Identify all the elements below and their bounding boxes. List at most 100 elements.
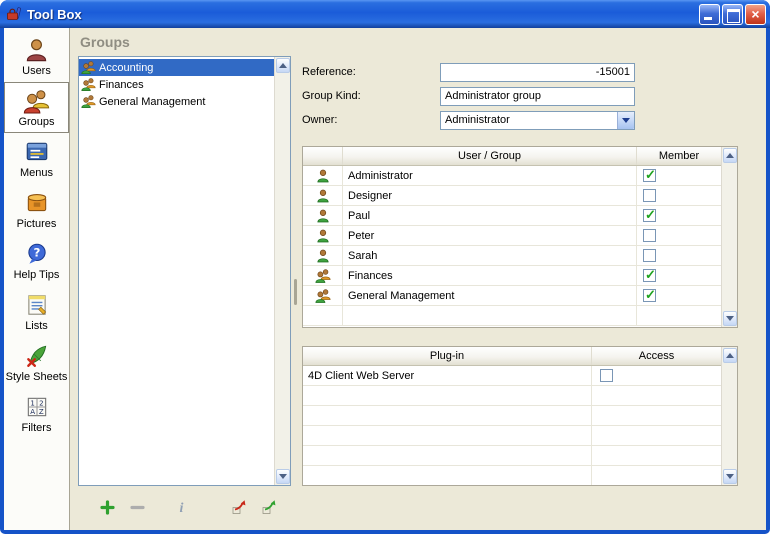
sidebar-item-filters[interactable]: 1 2 A Z Filters: [4, 388, 69, 439]
user-group-column-header: User / Group: [343, 147, 637, 165]
group-list-panel: Accounting Finances General Management: [78, 54, 291, 530]
member-checkbox[interactable]: [643, 229, 656, 242]
member-name: Peter: [343, 226, 637, 245]
member-row: Finances: [303, 266, 721, 286]
sidebar: Users Groups: [4, 28, 70, 530]
group-list-rows: Accounting Finances General Management: [79, 57, 274, 485]
member-name: General Management: [343, 286, 637, 305]
access-checkbox[interactable]: [600, 369, 613, 382]
scroll-up-button[interactable]: [723, 348, 737, 363]
plus-icon: [100, 500, 115, 515]
group-list-item-label: General Management: [99, 96, 205, 108]
sidebar-item-label: Filters: [22, 422, 52, 434]
sidebar-item-users[interactable]: Users: [4, 31, 69, 82]
sidebar-item-menus[interactable]: Menus: [4, 133, 69, 184]
sidebar-item-label: Menus: [20, 167, 53, 179]
svg-text:A: A: [30, 407, 35, 416]
maximize-button[interactable]: [722, 4, 743, 25]
members-table-scrollbar: [721, 147, 737, 327]
member-name: Administrator: [343, 166, 637, 185]
lists-icon: [23, 291, 51, 319]
member-checkbox[interactable]: [643, 209, 656, 222]
minimize-button[interactable]: [699, 4, 720, 25]
group-list-item-label: Accounting: [99, 62, 153, 74]
owner-label: Owner:: [302, 114, 440, 126]
page-title: Groups: [70, 28, 766, 54]
member-checkbox[interactable]: [643, 189, 656, 202]
reference-input[interactable]: [440, 63, 635, 82]
empty-row: [303, 446, 721, 466]
member-column-header: Member: [637, 147, 721, 165]
empty-row: [303, 386, 721, 406]
main-panel: Groups Accounting Finances: [70, 28, 766, 530]
user-icon: [315, 188, 331, 204]
close-button[interactable]: ×: [745, 4, 766, 25]
sidebar-item-lists[interactable]: Lists: [4, 286, 69, 337]
member-name: Designer: [343, 186, 637, 205]
sidebar-item-groups[interactable]: Groups: [4, 82, 69, 133]
empty-row: [303, 426, 721, 446]
sidebar-item-label: Style Sheets: [6, 371, 68, 383]
group-icon: [81, 60, 96, 75]
members-table: User / Group Member Administrator Design: [302, 146, 738, 328]
group-list-item[interactable]: Accounting: [79, 59, 274, 76]
plugins-table-header: Plug-in Access: [303, 347, 721, 366]
owner-dropdown[interactable]: Administrator: [440, 111, 635, 130]
member-row: General Management: [303, 286, 721, 306]
group-kind-input[interactable]: [440, 87, 635, 106]
user-icon: [315, 228, 331, 244]
export-button[interactable]: [260, 498, 278, 516]
style-sheets-icon: [23, 342, 51, 370]
toolbox-app-icon: [6, 6, 22, 22]
group-list-item[interactable]: General Management: [79, 93, 274, 110]
svg-text:i: i: [179, 501, 183, 515]
member-checkbox[interactable]: [643, 269, 656, 282]
group-list-item[interactable]: Finances: [79, 76, 274, 93]
scroll-down-button[interactable]: [723, 311, 737, 326]
group-detail-panel: Reference: Group Kind: Owner: Administra…: [300, 54, 766, 530]
filters-icon: 1 2 A Z: [23, 393, 51, 421]
sidebar-item-help-tips[interactable]: ? Help Tips: [4, 235, 69, 286]
owner-dropdown-value: Administrator: [441, 114, 617, 126]
member-checkbox[interactable]: [643, 169, 656, 182]
splitter-handle[interactable]: [291, 54, 300, 530]
info-button[interactable]: i: [172, 498, 190, 516]
chevron-down-icon: [622, 118, 630, 123]
svg-text:?: ?: [33, 246, 40, 260]
scroll-up-button[interactable]: [276, 58, 290, 73]
member-row: Administrator: [303, 166, 721, 186]
titlebar[interactable]: Tool Box ×: [0, 0, 770, 28]
plugin-row: 4D Client Web Server: [303, 366, 721, 386]
empty-row: [303, 406, 721, 426]
import-button[interactable]: [230, 498, 248, 516]
group-icon: [81, 77, 96, 92]
group-icon: [315, 268, 331, 284]
window-controls: ×: [699, 4, 766, 25]
group-icon: [81, 94, 96, 109]
menus-icon: [23, 138, 51, 166]
sidebar-item-style-sheets[interactable]: Style Sheets: [4, 337, 69, 388]
delete-group-button[interactable]: [128, 498, 146, 516]
sidebar-item-label: Pictures: [17, 218, 57, 230]
member-checkbox[interactable]: [643, 289, 656, 302]
add-group-button[interactable]: [98, 498, 116, 516]
plugin-name: 4D Client Web Server: [303, 366, 592, 385]
svg-text:Z: Z: [38, 407, 43, 416]
help-tips-icon: ?: [23, 240, 51, 268]
member-name: Finances: [343, 266, 637, 285]
member-checkbox[interactable]: [643, 249, 656, 262]
svg-text:2: 2: [39, 398, 43, 407]
scroll-down-button[interactable]: [723, 469, 737, 484]
user-icon: [315, 248, 331, 264]
dropdown-button[interactable]: [617, 112, 634, 129]
member-row: Paul: [303, 206, 721, 226]
reference-label: Reference:: [302, 66, 440, 78]
access-column-header: Access: [592, 347, 721, 365]
group-list-toolbar: i: [78, 492, 291, 522]
green-arrow-sheet-icon: [261, 499, 277, 515]
info-icon: i: [174, 500, 189, 515]
member-row: Peter: [303, 226, 721, 246]
scroll-down-button[interactable]: [276, 469, 290, 484]
scroll-up-button[interactable]: [723, 148, 737, 163]
sidebar-item-pictures[interactable]: Pictures: [4, 184, 69, 235]
